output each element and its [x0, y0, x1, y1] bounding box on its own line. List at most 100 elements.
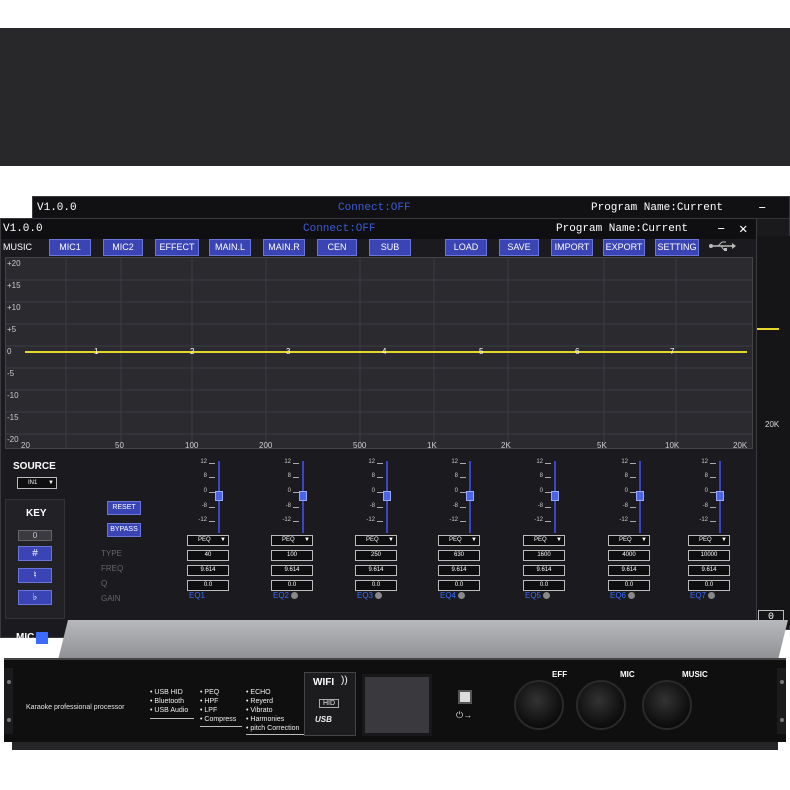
- back-connect-status: Connect:OFF: [338, 201, 411, 214]
- type-select[interactable]: PEQ ▼: [523, 535, 565, 546]
- gain-slider-handle[interactable]: [466, 491, 474, 501]
- gain-field[interactable]: 0.0: [355, 580, 397, 591]
- mic1-button[interactable]: MIC1: [49, 239, 91, 256]
- q-field[interactable]: 9.614: [271, 565, 313, 576]
- gain-field[interactable]: 0.0: [608, 580, 650, 591]
- eq-point-5[interactable]: 5: [479, 347, 483, 356]
- bypass-button[interactable]: BYPASS: [107, 523, 141, 537]
- back-minimize-button[interactable]: –: [758, 200, 766, 216]
- screw-hole-icon: [780, 680, 784, 684]
- eq-point-1[interactable]: 1: [94, 347, 98, 356]
- toolbar: MUSIC MIC1 MIC2 EFFECT MAIN.L MAIN.R CEN…: [1, 239, 756, 257]
- eq-point-4[interactable]: 4: [382, 347, 386, 356]
- freq-field[interactable]: 40: [187, 550, 229, 561]
- gain-field[interactable]: 0.0: [438, 580, 480, 591]
- music-label: MUSIC: [3, 242, 32, 252]
- sharp-button[interactable]: #: [18, 546, 52, 561]
- wifi-icon: )): [341, 675, 348, 686]
- wifi-label: WIFI: [313, 677, 335, 688]
- usb-icon[interactable]: [708, 240, 736, 255]
- reset-button[interactable]: RESET: [107, 501, 141, 515]
- feature-text: PEQ: [204, 689, 220, 696]
- x-label: 20: [21, 441, 30, 450]
- eff-knob[interactable]: [514, 680, 564, 730]
- bypass-dot-icon[interactable]: [543, 592, 550, 599]
- tick: [630, 521, 636, 522]
- export-button[interactable]: EXPORT: [603, 239, 645, 256]
- save-button[interactable]: SAVE: [499, 239, 539, 256]
- gain-slider-handle[interactable]: [383, 491, 391, 501]
- eq-point-7[interactable]: 7: [670, 347, 674, 356]
- eq-band-5: 12 8 0 -8 -12 PEQ ▼ 1600 9.614 0.0 EQ5: [523, 453, 573, 639]
- gain-slider-handle[interactable]: [299, 491, 307, 501]
- gain-field[interactable]: 0.0: [187, 580, 229, 591]
- bypass-dot-icon[interactable]: [708, 592, 715, 599]
- eq-point-3[interactable]: 3: [286, 347, 290, 356]
- back-version-label: V1.0.0: [37, 201, 77, 214]
- scale-label: 0: [704, 488, 708, 494]
- freq-field[interactable]: 1600: [523, 550, 565, 561]
- natural-button[interactable]: ♮: [18, 568, 52, 583]
- flat-button[interactable]: ♭: [18, 590, 52, 605]
- close-button[interactable]: ✕: [739, 221, 747, 238]
- mic-knob[interactable]: [576, 680, 626, 730]
- feature-item: • LPF: [200, 707, 218, 714]
- type-select[interactable]: PEQ ▼: [355, 535, 397, 546]
- music-knob[interactable]: [642, 680, 692, 730]
- mic-knob-label: MIC: [620, 670, 635, 679]
- type-select[interactable]: PEQ ▼: [271, 535, 313, 546]
- freq-field[interactable]: 250: [355, 550, 397, 561]
- bypass-dot-icon[interactable]: [291, 592, 298, 599]
- eq-band-7: 12 8 0 -8 -12 PEQ ▼ 10000 9.614 0.0 EQ7: [688, 453, 738, 639]
- gain-slider-handle[interactable]: [551, 491, 559, 501]
- freq-field[interactable]: 100: [271, 550, 313, 561]
- version-label: V1.0.0: [3, 223, 43, 235]
- bypass-dot-icon[interactable]: [458, 592, 465, 599]
- feature-item: • Bluetooth: [150, 698, 184, 705]
- eq-graph[interactable]: [5, 257, 753, 449]
- q-field[interactable]: 9.614: [608, 565, 650, 576]
- gain-slider-handle[interactable]: [716, 491, 724, 501]
- q-field[interactable]: 9.614: [355, 565, 397, 576]
- minimize-button[interactable]: –: [717, 221, 725, 237]
- cen-button[interactable]: CEN: [317, 239, 357, 256]
- q-field[interactable]: 9.614: [523, 565, 565, 576]
- type-select[interactable]: PEQ ▼: [438, 535, 480, 546]
- load-button[interactable]: LOAD: [445, 239, 487, 256]
- main-l-button[interactable]: MAIN.L: [209, 239, 251, 256]
- q-field[interactable]: 9.614: [688, 565, 730, 576]
- gain-slider-handle[interactable]: [215, 491, 223, 501]
- bypass-dot-icon[interactable]: [375, 592, 382, 599]
- gain-field[interactable]: 0.0: [271, 580, 313, 591]
- gain-field[interactable]: 0.0: [688, 580, 730, 591]
- setting-button[interactable]: SETTING: [655, 239, 699, 256]
- scale-label: -12: [366, 517, 375, 523]
- eq-point-6[interactable]: 6: [575, 347, 579, 356]
- type-select[interactable]: PEQ ▼: [187, 535, 229, 546]
- sub-button[interactable]: SUB: [369, 239, 411, 256]
- source-select[interactable]: IN1 ▼: [17, 477, 57, 489]
- type-select[interactable]: PEQ ▼: [608, 535, 650, 546]
- scale-label: -8: [452, 503, 458, 509]
- freq-field[interactable]: 10000: [688, 550, 730, 561]
- main-r-button[interactable]: MAIN.R: [263, 239, 305, 256]
- scale-label: 8: [203, 473, 207, 479]
- freq-field[interactable]: 630: [438, 550, 480, 561]
- tick: [377, 521, 383, 522]
- type-select[interactable]: PEQ ▼: [688, 535, 730, 546]
- eq-point-2[interactable]: 2: [190, 347, 194, 356]
- freq-field[interactable]: 4000: [608, 550, 650, 561]
- feature-text: USB Audio: [154, 707, 189, 714]
- effect-button[interactable]: EFFECT: [155, 239, 199, 256]
- gain-slider-handle[interactable]: [636, 491, 644, 501]
- back-freq-label: 20K: [765, 420, 780, 429]
- mic-indicator[interactable]: [36, 632, 48, 644]
- import-button[interactable]: IMPORT: [551, 239, 593, 256]
- usb-port[interactable]: [458, 690, 472, 704]
- mic2-button[interactable]: MIC2: [103, 239, 143, 256]
- x-label: 100: [185, 441, 199, 450]
- q-field[interactable]: 9.614: [438, 565, 480, 576]
- q-field[interactable]: 9.614: [187, 565, 229, 576]
- gain-field[interactable]: 0.0: [523, 580, 565, 591]
- bypass-dot-icon[interactable]: [628, 592, 635, 599]
